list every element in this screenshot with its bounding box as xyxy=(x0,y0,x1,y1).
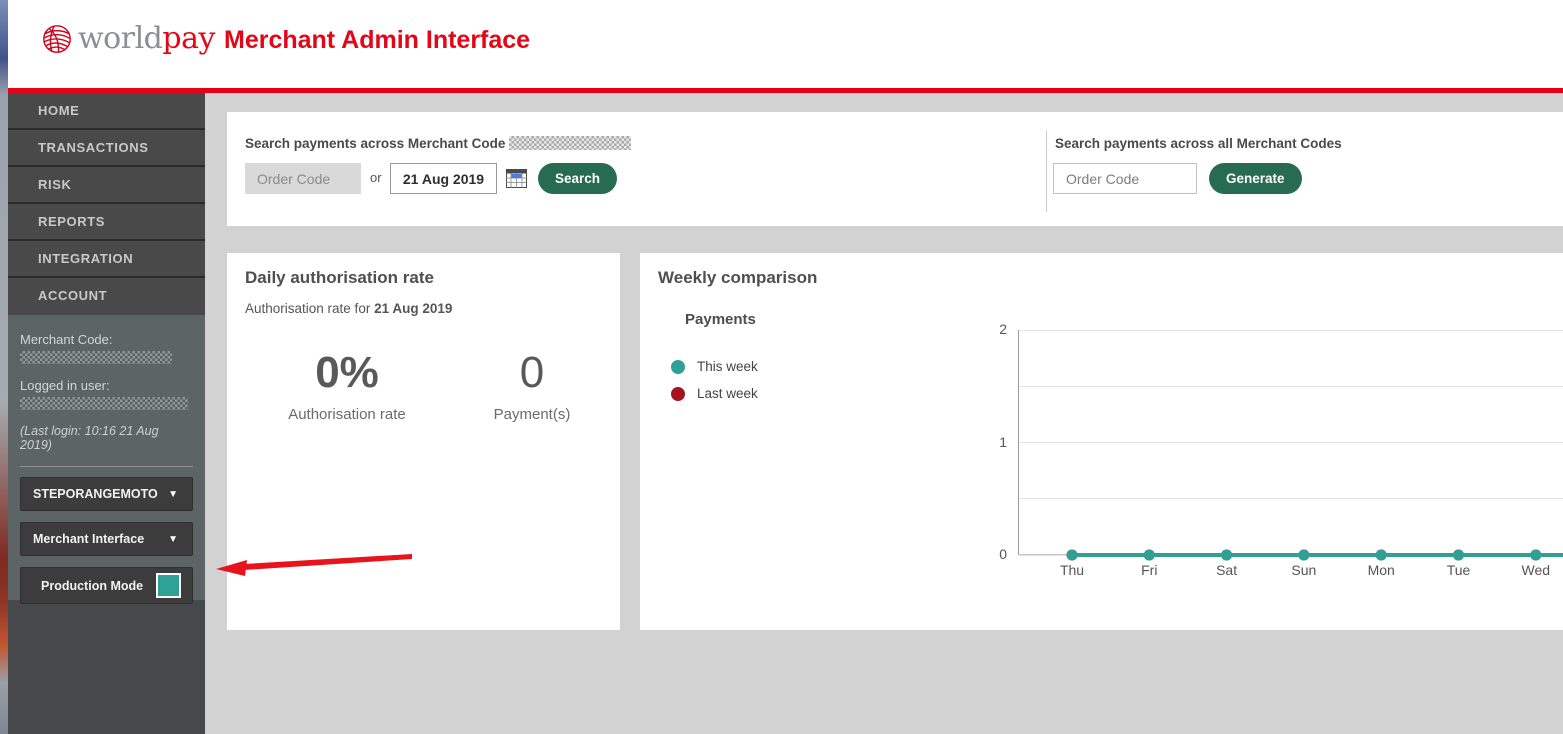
last-week-dot-icon xyxy=(671,386,685,401)
y-axis-tick-label: 2 xyxy=(999,321,1007,337)
y-axis-tick-label: 1 xyxy=(999,433,1007,450)
merchant-code-dropdown[interactable]: STEPORANGEMOTO ▼ xyxy=(20,477,193,511)
weekly-card-title: Weekly comparison xyxy=(658,268,818,287)
legend-item-this-week: This week xyxy=(671,353,758,380)
merchant-code-value-redacted xyxy=(20,351,172,364)
data-point xyxy=(1530,549,1542,561)
x-axis-tick-label: Thu xyxy=(1059,562,1085,578)
y-axis-tick-label: 0 xyxy=(999,546,1007,562)
sidebar-item-integration[interactable]: INTEGRATION xyxy=(8,241,205,276)
search-button[interactable]: Search xyxy=(538,163,618,194)
data-point xyxy=(1375,549,1387,561)
chart-legend: This week Last week xyxy=(671,353,758,407)
payments-value: 0 xyxy=(519,348,545,397)
payments-stat: 0 Payment(s) xyxy=(457,348,607,423)
x-axis-tick-label: Fri xyxy=(1141,562,1158,578)
page-title: Merchant Admin Interface xyxy=(224,26,531,54)
legend-item-last-week: Last week xyxy=(671,380,758,407)
logged-in-user-label: Logged in user: xyxy=(20,378,110,393)
data-point xyxy=(1143,549,1155,561)
merchant-code-label: Merchant Code: xyxy=(20,332,113,347)
sidebar-item-risk[interactable]: RISK xyxy=(8,167,205,202)
chart-section-label: Payments xyxy=(685,311,756,328)
daily-card-subtitle: Authorisation rate for 21 Aug 2019 xyxy=(245,301,453,316)
x-axis-tick-label: Mon xyxy=(1367,562,1395,578)
worldpay-logo: worldpay xyxy=(40,21,215,56)
order-code-all-input[interactable] xyxy=(1053,163,1197,194)
daily-card-date: 21 Aug 2019 xyxy=(374,301,453,316)
daily-authorisation-card: Daily authorisation rate Authorisation r… xyxy=(227,253,620,630)
sidebar-item-transactions[interactable]: TRANSACTIONS xyxy=(8,130,205,165)
production-mode-label: Production Mode xyxy=(41,578,144,593)
this-week-dot-icon xyxy=(671,359,685,374)
authorisation-rate-value: 0% xyxy=(315,348,379,397)
weekly-comparison-card: Weekly comparison Payments This week Las… xyxy=(640,253,1563,630)
interface-dropdown-value: Merchant Interface xyxy=(33,532,145,546)
header-divider xyxy=(8,88,1563,93)
sidebar-item-reports[interactable]: REPORTS xyxy=(8,204,205,239)
sidebar-divider xyxy=(20,466,193,467)
interface-dropdown[interactable]: Merchant Interface ▼ xyxy=(20,522,193,556)
x-axis-tick-label: Wed xyxy=(1521,562,1551,578)
worldpay-logo-text: worldpay xyxy=(78,21,215,56)
chevron-down-icon: ▼ xyxy=(168,533,178,545)
sidebar: HOME TRANSACTIONS RISK REPORTS INTEGRATI… xyxy=(8,93,205,734)
worldpay-globe-icon xyxy=(43,24,71,53)
search-merchant-code-label: Search payments across Merchant Code xyxy=(245,136,632,151)
production-mode-checkbox[interactable] xyxy=(156,573,181,598)
production-mode-toggle[interactable]: Production Mode xyxy=(20,567,193,604)
search-all-codes-label: Search payments across all Merchant Code… xyxy=(1055,136,1342,151)
chevron-down-icon: ▼ xyxy=(168,488,178,500)
window-edge xyxy=(0,0,8,734)
merchant-code-redacted xyxy=(509,136,632,150)
sidebar-item-account[interactable]: ACCOUNT xyxy=(8,278,205,313)
sidebar-nav: HOME TRANSACTIONS RISK REPORTS INTEGRATI… xyxy=(8,93,205,313)
data-point xyxy=(1066,549,1078,561)
authorisation-rate-label: Authorisation rate xyxy=(288,406,406,423)
data-point xyxy=(1221,549,1233,561)
authorisation-rate-stat: 0% Authorisation rate xyxy=(247,348,447,423)
search-panel: Search payments across Merchant Code or … xyxy=(227,112,1563,226)
chart-plot: 0 1 2 Thu Fri Sat Sun Mon Tue Wed xyxy=(999,321,1563,578)
sidebar-info-panel: Merchant Code: Logged in user: (Last log… xyxy=(8,315,205,604)
calendar-icon[interactable] xyxy=(506,168,527,189)
x-axis-tick-label: Sat xyxy=(1216,562,1238,578)
payments-label: Payment(s) xyxy=(493,406,571,423)
merchant-code-dropdown-value: STEPORANGEMOTO xyxy=(33,487,158,501)
x-axis-tick-label: Sun xyxy=(1291,562,1317,578)
order-code-input[interactable] xyxy=(245,163,361,194)
generate-button[interactable]: Generate xyxy=(1209,163,1302,194)
search-panel-divider xyxy=(1046,130,1047,212)
x-axis-tick-label: Tue xyxy=(1446,562,1471,578)
logged-in-user-value-redacted xyxy=(20,397,188,410)
date-input[interactable]: 21 Aug 2019 xyxy=(390,163,497,194)
app-header: worldpay Merchant Admin Interface xyxy=(8,0,1563,88)
daily-card-title: Daily authorisation rate xyxy=(245,268,434,287)
data-point xyxy=(1453,549,1464,561)
or-label: or xyxy=(370,170,382,185)
chart-series-canvas xyxy=(1066,549,1563,561)
last-login-text: (Last login: 10:16 21 Aug 2019) xyxy=(20,424,159,452)
data-point xyxy=(1298,549,1310,561)
sidebar-item-home[interactable]: HOME xyxy=(8,93,205,128)
